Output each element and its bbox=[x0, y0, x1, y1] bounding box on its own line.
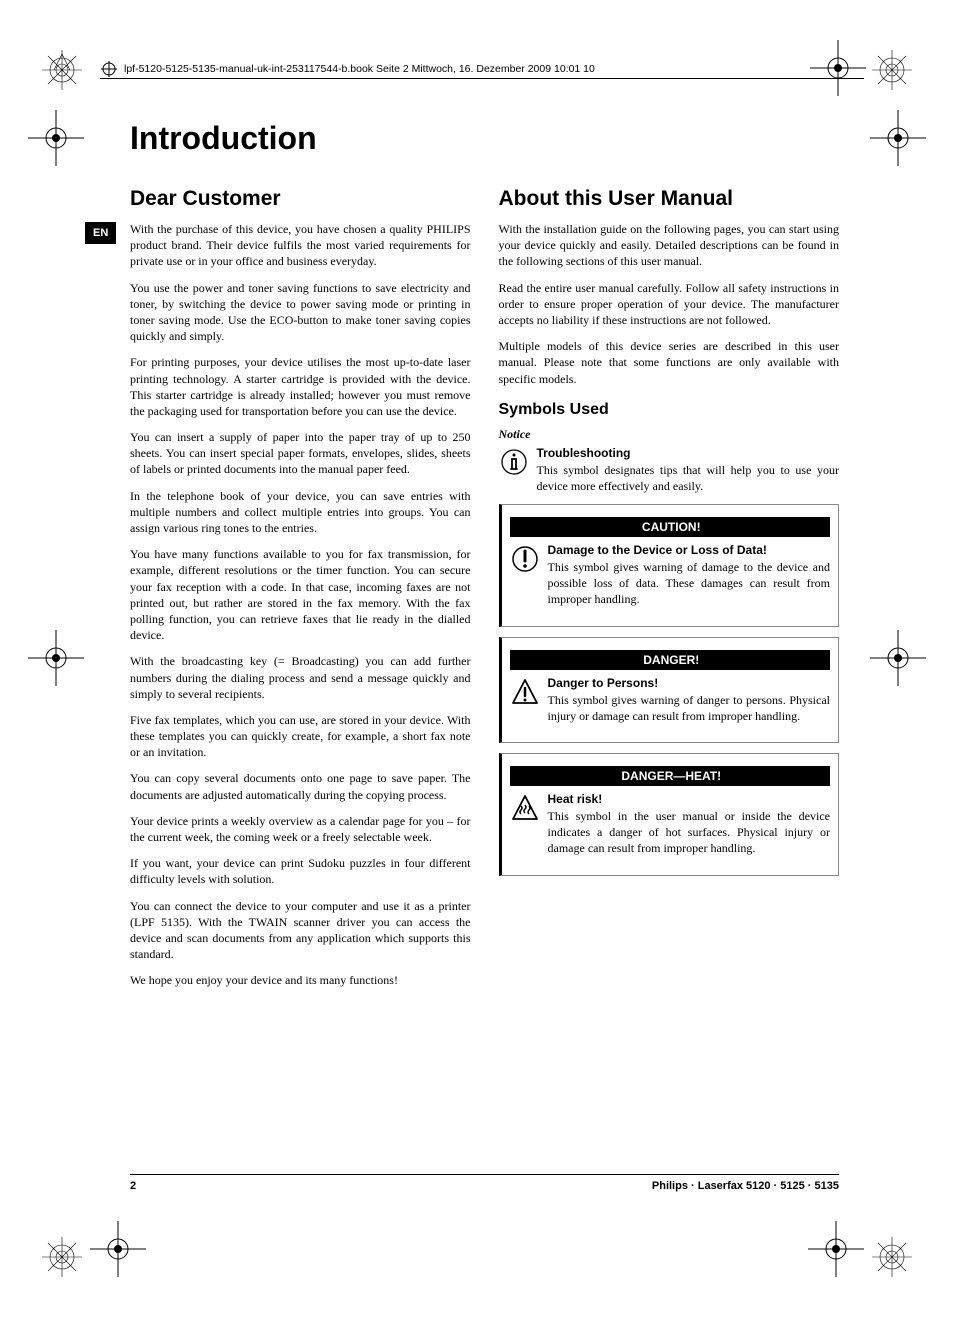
right-column: About this User Manual With the installa… bbox=[499, 185, 840, 999]
callout-body: This symbol gives warning of danger to p… bbox=[548, 692, 831, 724]
crosshair-icon bbox=[28, 630, 84, 686]
exclamation-circle-icon bbox=[510, 543, 540, 608]
body-paragraph: In the telephone book of your device, yo… bbox=[130, 488, 471, 537]
callout-body: This symbol in the user manual or inside… bbox=[548, 808, 831, 857]
body-paragraph: With the installation guide on the follo… bbox=[499, 221, 840, 270]
body-paragraph: You can insert a supply of paper into th… bbox=[130, 429, 471, 478]
crosshair-icon bbox=[808, 1221, 864, 1277]
paragraph-text: You use the power and toner saving funct… bbox=[130, 281, 471, 344]
chapter-title: Introduction bbox=[130, 120, 839, 157]
about-manual-heading: About this User Manual bbox=[499, 187, 840, 211]
callout-title: Danger to Persons! bbox=[548, 676, 831, 690]
crosshair-icon bbox=[870, 110, 926, 166]
body-paragraph: Your device prints a weekly overview as … bbox=[130, 813, 471, 845]
page-number: 2 bbox=[130, 1180, 136, 1192]
danger-banner: DANGER! bbox=[510, 650, 831, 670]
crosshair-icon bbox=[90, 1221, 146, 1277]
danger-heat-banner: DANGER—HEAT! bbox=[510, 766, 831, 786]
registration-mark-icon bbox=[872, 1237, 912, 1277]
body-paragraph: You have many functions available to you… bbox=[130, 546, 471, 643]
body-paragraph: With the broadcasting key (= Broadcastin… bbox=[130, 653, 471, 702]
warning-triangle-icon bbox=[510, 676, 540, 724]
body-paragraph: You can copy several documents onto one … bbox=[130, 770, 471, 802]
body-paragraph: Five fax templates, which you can use, a… bbox=[130, 712, 471, 761]
page-footer: 2 Philips · Laserfax 5120 · 5125 · 5135 bbox=[130, 1174, 839, 1192]
info-icon bbox=[499, 446, 529, 494]
callout-title: Damage to the Device or Loss of Data! bbox=[548, 543, 831, 557]
callout-title: Heat risk! bbox=[548, 792, 831, 806]
left-column: Dear Customer With the purchase of this … bbox=[130, 185, 471, 999]
product-line: Philips · Laserfax 5120 · 5125 · 5135 bbox=[652, 1180, 839, 1192]
body-paragraph: Multiple models of this device series ar… bbox=[499, 338, 840, 387]
book-icon bbox=[100, 60, 118, 78]
registration-mark-icon bbox=[872, 50, 912, 90]
body-paragraph: You can connect the device to your compu… bbox=[130, 898, 471, 963]
print-header: lpf-5120-5125-5135-manual-uk-int-2531175… bbox=[100, 60, 864, 78]
registration-mark-icon bbox=[42, 1237, 82, 1277]
notice-label: Notice bbox=[499, 427, 840, 442]
symbols-used-heading: Symbols Used bbox=[499, 401, 840, 419]
dear-customer-heading: Dear Customer bbox=[130, 187, 471, 211]
caution-banner: CAUTION! bbox=[510, 517, 831, 537]
danger-block: DANGER! Danger to Persons! This symbol g… bbox=[499, 637, 840, 743]
body-paragraph: Read the entire user manual carefully. F… bbox=[499, 280, 840, 329]
body-paragraph: If you want, your device can print Sudok… bbox=[130, 855, 471, 887]
crosshair-icon bbox=[870, 630, 926, 686]
body-paragraph: We hope you enjoy your device and its ma… bbox=[130, 972, 471, 988]
heat-triangle-icon bbox=[510, 792, 540, 857]
body-paragraph: For printing purposes, your device utili… bbox=[130, 354, 471, 419]
caution-block: CAUTION! Damage to the Device or Loss of… bbox=[499, 504, 840, 627]
language-tab: EN bbox=[85, 222, 116, 244]
header-text: lpf-5120-5125-5135-manual-uk-int-2531175… bbox=[124, 63, 595, 75]
callout-body: This symbol designates tips that will he… bbox=[537, 462, 840, 494]
body-paragraph: With the purchase of this device, you ha… bbox=[130, 221, 471, 270]
callout-body: This symbol gives warning of damage to t… bbox=[548, 559, 831, 608]
callout-title: Troubleshooting bbox=[537, 446, 840, 460]
danger-heat-block: DANGER—HEAT! Heat risk! This symbol in t… bbox=[499, 753, 840, 876]
notice-callout: Troubleshooting This symbol designates t… bbox=[499, 446, 840, 494]
crosshair-icon bbox=[28, 110, 84, 166]
registration-mark-icon bbox=[42, 50, 82, 90]
body-paragraph: You use the power and toner saving funct… bbox=[130, 280, 471, 345]
page-content: Introduction Dear Customer With the purc… bbox=[130, 120, 839, 1207]
